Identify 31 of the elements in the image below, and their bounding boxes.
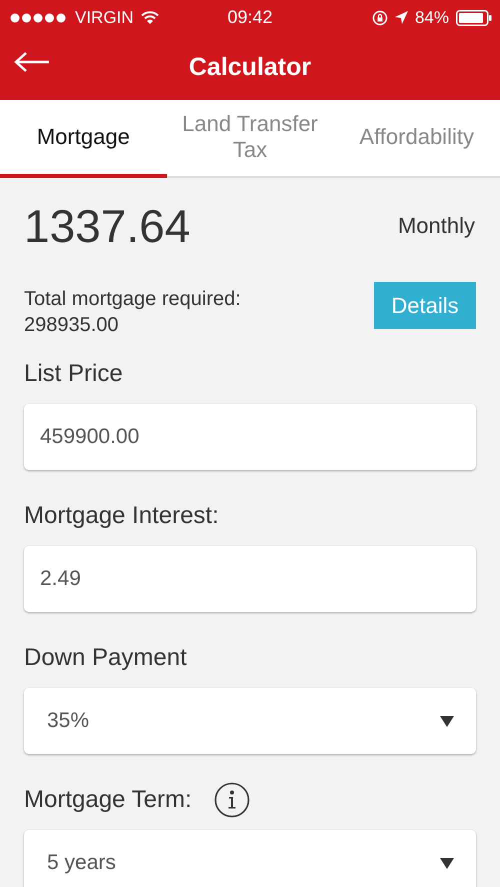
dropdown-value: 5 years (47, 851, 116, 875)
dropdown-caret-icon (440, 858, 454, 868)
payment-period: Monthly (398, 213, 475, 239)
battery-icon (456, 10, 492, 26)
monthly-payment-amount: 1337.64 (24, 199, 190, 253)
screen-title: Calculator (188, 53, 312, 82)
back-arrow-icon (14, 51, 50, 73)
field-label: Mortgage Interest: (24, 502, 219, 530)
info-icon[interactable] (214, 782, 250, 818)
status-time: 09:42 (227, 7, 273, 28)
tab[interactable]: Land Transfer Tax (166, 100, 334, 178)
dropdown-caret-icon (440, 716, 454, 726)
signal-icon (10, 12, 68, 22)
input-field[interactable]: 459900.00 (24, 404, 476, 470)
field-label: List Price (24, 360, 123, 388)
dropdown-field[interactable]: 35% (24, 688, 476, 754)
tab[interactable]: Affordability (333, 100, 500, 178)
rotation-lock-icon (372, 10, 388, 26)
battery-percent: 84% (414, 8, 449, 28)
field-label: Down Payment (24, 644, 187, 672)
back-button[interactable] (14, 51, 50, 73)
dropdown-field[interactable]: 5 years (24, 830, 476, 887)
location-arrow-icon (394, 11, 408, 24)
total-mortgage-label: Total mortgage required: (24, 287, 241, 312)
carrier-name: VIRGIN (75, 8, 134, 28)
input-field[interactable]: 2.49 (24, 546, 476, 612)
wifi-icon (140, 11, 159, 24)
field-label: Mortgage Term: (24, 786, 192, 814)
total-mortgage-value: 298935.00 (24, 313, 120, 338)
dropdown-value: 35% (47, 709, 90, 733)
tab[interactable]: Mortgage (0, 100, 167, 178)
